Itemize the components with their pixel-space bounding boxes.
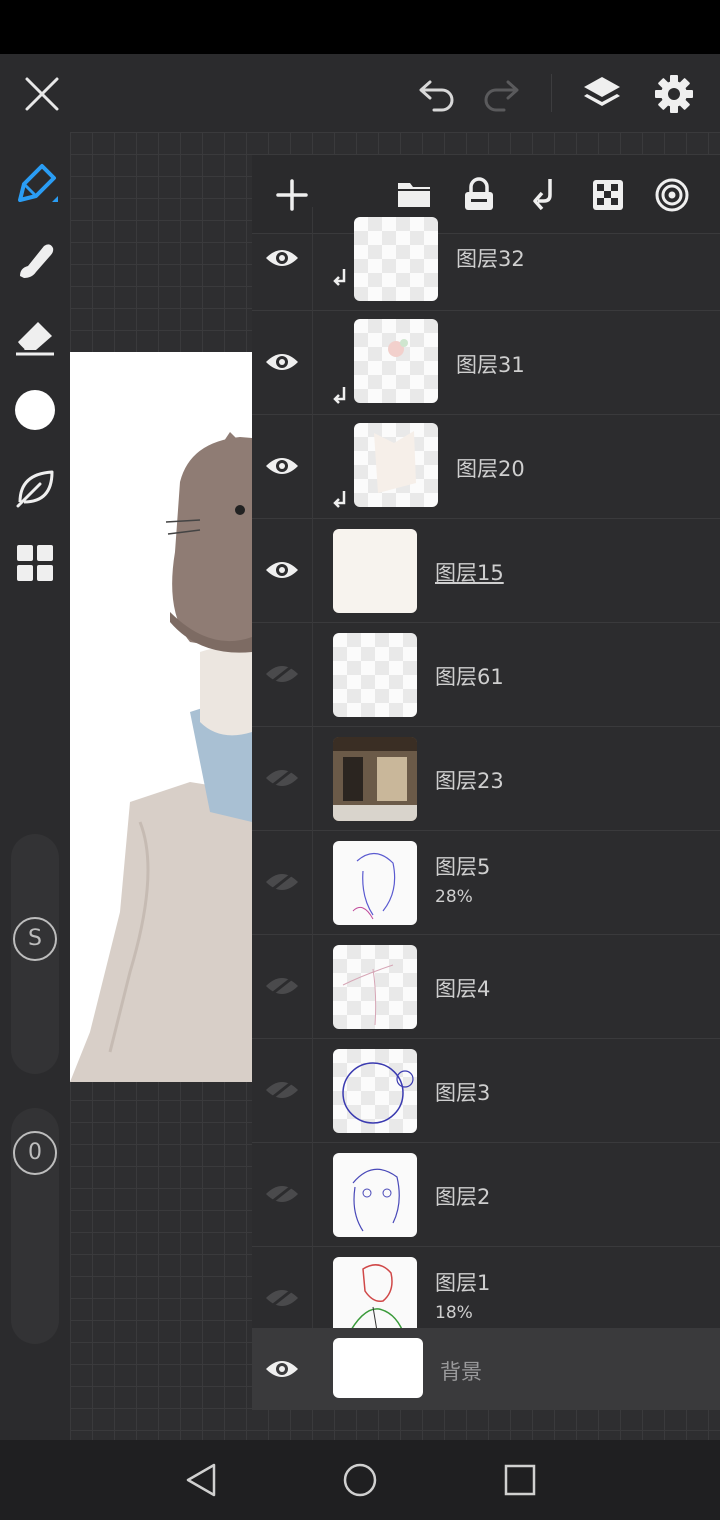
top-bar — [0, 54, 720, 132]
eye-icon[interactable] — [264, 557, 300, 583]
layer-name: 图层32 — [456, 247, 525, 271]
brush-size-slider[interactable]: S — [11, 834, 59, 1074]
background-thumbnail — [333, 1338, 423, 1398]
layer-row[interactable]: 图层4 — [252, 935, 720, 1039]
layer-row[interactable]: 图层5 28% — [252, 831, 720, 935]
visibility-column — [252, 207, 313, 311]
layer-thumbnail — [354, 217, 438, 301]
visibility-column — [252, 519, 313, 623]
layer-row[interactable]: 图层3 — [252, 1039, 720, 1143]
visibility-column — [252, 935, 313, 1039]
folder-icon[interactable] — [396, 179, 432, 209]
toolbar-divider — [551, 74, 552, 112]
visibility-column — [252, 1039, 313, 1143]
eye-icon[interactable] — [264, 453, 300, 479]
visibility-column — [252, 311, 313, 415]
layer-name: 图层2 — [435, 1185, 491, 1209]
layer-thumbnail — [333, 529, 417, 613]
layer-thumbnail — [354, 423, 438, 507]
lock-icon[interactable] — [462, 177, 496, 211]
layer-thumbnail — [333, 1153, 417, 1237]
layer-row[interactable]: 图层61 — [252, 623, 720, 727]
background-layer-name: 背景 — [440, 1360, 482, 1384]
clip-arrow-icon — [333, 269, 346, 286]
clip-arrow-icon — [333, 387, 346, 404]
eye-hidden-icon[interactable] — [264, 973, 300, 999]
layer-row[interactable]: 图层32 — [252, 207, 720, 311]
brush-opacity-slider[interactable]: 0 — [11, 1108, 59, 1344]
color-swatch[interactable] — [15, 390, 55, 430]
background-layer-row[interactable]: 背景 — [252, 1328, 720, 1410]
layer-name: 图层4 — [435, 977, 491, 1001]
back-icon[interactable] — [184, 1462, 218, 1498]
close-icon[interactable] — [24, 76, 60, 112]
left-toolbar: S 0 — [0, 132, 70, 1440]
artwork-canvas[interactable] — [70, 352, 252, 1082]
eye-hidden-icon[interactable] — [264, 661, 300, 687]
opacity-label: 0 — [13, 1131, 57, 1175]
eye-icon[interactable] — [264, 349, 300, 375]
layer-row[interactable]: 图层2 — [252, 1143, 720, 1247]
visibility-column — [252, 415, 313, 519]
layer-opacity: 28% — [435, 887, 473, 907]
redo-icon[interactable] — [480, 76, 522, 112]
visibility-column — [252, 623, 313, 727]
layer-opacity: 18% — [435, 1303, 473, 1323]
eye-hidden-icon[interactable] — [264, 765, 300, 791]
visibility-column — [252, 831, 313, 935]
eraser-tool-icon[interactable] — [14, 316, 56, 356]
layer-thumbnail — [333, 945, 417, 1029]
layer-name: 图层1 — [435, 1271, 491, 1295]
eye-hidden-icon[interactable] — [264, 1285, 300, 1311]
layer-row[interactable]: 图层15 — [252, 519, 720, 623]
layer-row[interactable]: 图层20 — [252, 415, 720, 519]
undo-icon[interactable] — [416, 76, 458, 112]
clip-arrow-icon — [333, 491, 346, 508]
layer-name: 图层23 — [435, 769, 504, 793]
eye-icon[interactable] — [264, 1356, 300, 1382]
system-nav-bar — [0, 1440, 720, 1520]
eye-hidden-icon[interactable] — [264, 869, 300, 895]
visibility-column — [252, 1143, 313, 1247]
grid-menu-icon[interactable] — [16, 544, 54, 582]
layer-row[interactable]: 图层23 — [252, 727, 720, 831]
home-icon[interactable] — [342, 1462, 378, 1498]
eye-hidden-icon[interactable] — [264, 1077, 300, 1103]
eye-hidden-icon[interactable] — [264, 1181, 300, 1207]
layer-name: 图层20 — [456, 457, 525, 481]
layer-name: 图层61 — [435, 665, 504, 689]
leaf-brush-icon[interactable] — [14, 466, 56, 508]
smudge-tool-icon[interactable] — [16, 240, 56, 280]
artwork-illustration — [70, 432, 252, 1082]
layer-name: 图层31 — [456, 353, 525, 377]
layer-thumbnail — [333, 633, 417, 717]
layers-icon[interactable] — [582, 74, 622, 114]
visibility-column — [252, 727, 313, 831]
settings-icon[interactable] — [654, 74, 694, 114]
pen-tool-icon[interactable] — [14, 162, 60, 208]
eye-icon[interactable] — [264, 245, 300, 271]
recents-icon[interactable] — [504, 1464, 536, 1496]
layer-row[interactable]: 图层31 — [252, 311, 720, 415]
layer-thumbnail — [333, 737, 417, 821]
size-label: S — [13, 917, 57, 961]
layer-thumbnail — [354, 319, 438, 403]
status-bar — [0, 0, 720, 54]
layer-name: 图层5 — [435, 855, 491, 879]
layer-name: 图层3 — [435, 1081, 491, 1105]
layer-name: 图层15 — [435, 561, 504, 585]
layers-panel: 图层32 图层31 图层20 图层15 图层61 图层23 图层5 28% 图层… — [252, 155, 720, 1410]
layer-thumbnail — [333, 1049, 417, 1133]
layer-thumbnail — [333, 841, 417, 925]
